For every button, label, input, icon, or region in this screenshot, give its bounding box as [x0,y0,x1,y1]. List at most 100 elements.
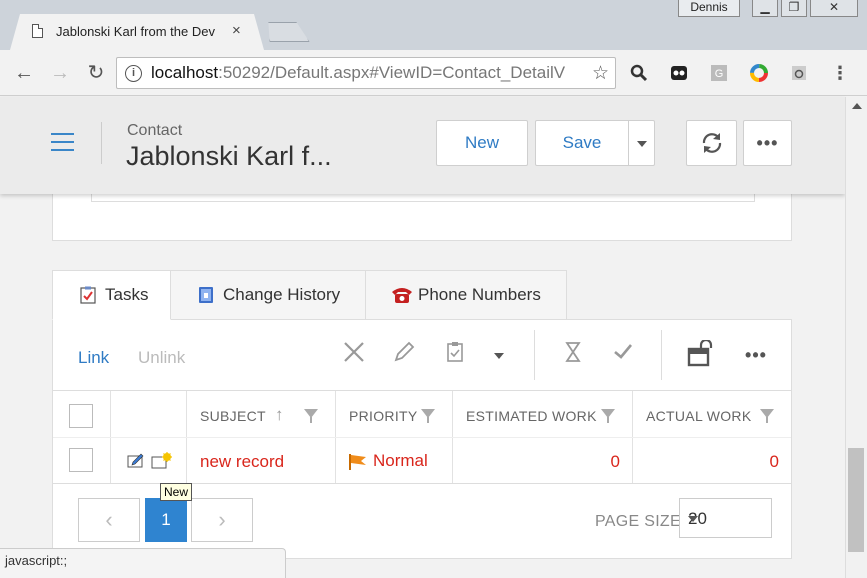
actual-work-value: 0 [769,452,779,471]
subject-value: new record [200,452,285,471]
filter-icon[interactable] [304,409,318,423]
estimated-work-cell: 0 [453,438,633,483]
edit-pencil-icon[interactable] [389,340,419,370]
link-button[interactable]: Link [78,348,109,368]
new-tab-button[interactable] [262,22,309,42]
subject-column-header[interactable]: SUBJECT ↑ [187,391,336,437]
row-checkbox[interactable] [69,448,93,472]
more-icon[interactable]: ••• [741,340,771,370]
scroll-up-icon[interactable] [852,103,862,109]
page-size-select[interactable]: 20 [679,498,772,538]
address-bar[interactable]: i localhost:50292/Default.aspx#ViewID=Co… [116,57,616,89]
sort-ascending-icon[interactable]: ↑ [275,405,284,425]
unlock-icon[interactable] [685,338,715,370]
hamburger-menu-icon[interactable] [51,133,74,151]
save-dropdown-button[interactable] [628,120,655,166]
status-bar: javascript:; [0,548,286,578]
checkmark-icon[interactable] [608,340,638,370]
tab-tasks[interactable]: Tasks [52,270,171,320]
actual-work-cell: 0 [633,438,791,483]
profile-button[interactable]: Dennis [678,0,740,17]
page-icon [32,24,43,38]
more-icon: ••• [756,133,779,153]
telephone-icon [392,288,412,303]
bookmark-star-icon[interactable]: ☆ [592,62,609,85]
chevron-down-icon[interactable] [484,340,514,370]
select-all-checkbox[interactable] [69,404,93,428]
reload-icon[interactable]: ↻ [84,62,108,84]
row-select-cell [53,438,111,483]
select-all-column [53,391,111,437]
maximize-icon[interactable]: ❐ [781,0,807,17]
estimated-work-value: 0 [610,452,620,471]
delete-icon[interactable] [339,340,369,370]
new-button[interactable]: New [436,120,528,166]
actual-work-column-label: ACTUAL WORK [646,408,752,424]
url-text[interactable]: localhost:50292/Default.aspx#ViewID=Cont… [151,63,581,83]
unlink-button[interactable]: Unlink [138,348,185,368]
browser-titlebar: Jablonski Karl from the Dev × Dennis ▁ ❐… [0,0,867,50]
priority-cell: Normal [336,438,453,483]
extension-owl-icon[interactable] [670,64,688,82]
forward-icon[interactable]: → [48,62,72,84]
more-actions-button[interactable]: ••• [743,120,792,166]
table-row[interactable]: new record Normal 0 0 [53,438,791,484]
tab-close-icon[interactable]: × [232,22,241,39]
search-icon[interactable] [630,64,648,82]
page-subtitle: Contact [127,122,183,139]
browser-menu-icon[interactable]: ⋮ [828,62,852,84]
priority-column-header[interactable]: PRIORITY [336,391,453,437]
back-icon[interactable]: ← [12,62,36,84]
tab-change-history-label: Change History [223,285,341,304]
filter-icon[interactable] [421,409,435,423]
extension-color-wheel-icon[interactable] [750,64,768,82]
filter-icon[interactable] [760,409,774,423]
tab-tasks-label: Tasks [105,285,149,304]
page-1-button[interactable]: 1 [145,498,187,542]
browser-tab-title: Jablonski Karl from the Dev [56,24,215,39]
hourglass-icon[interactable] [558,340,588,370]
extension-g-icon[interactable]: G [710,64,728,82]
svg-text:G: G [715,68,724,80]
save-button[interactable]: Save [535,120,629,166]
refresh-icon [702,133,721,153]
command-column [111,391,187,437]
close-window-icon[interactable]: ✕ [810,0,858,17]
page-title: Jablonski Karl f... [126,141,332,171]
chevron-down-icon [688,516,698,522]
toolbar-separator [661,330,662,380]
tab-change-history[interactable]: Change History [170,270,366,320]
chevron-down-icon [636,140,647,147]
edit-row-icon[interactable] [127,453,145,469]
extension-mail-icon[interactable] [790,64,808,82]
detail-field [91,194,755,202]
new-row-icon[interactable] [151,452,173,469]
minimize-icon[interactable]: ▁ [752,0,778,17]
page-size-label: PAGE SIZE [595,513,681,530]
row-command-cell [111,438,187,483]
tooltip: New [160,483,193,501]
tasks-panel: Link Unlink ••• SUBJECT ↑ PRIORITY ESTIM… [52,319,792,559]
filter-icon[interactable] [601,409,615,423]
grid-header: SUBJECT ↑ PRIORITY ESTIMATED WORK ACTUAL… [53,390,791,438]
page-scrollbar[interactable] [845,97,867,578]
estimated-work-column-header[interactable]: ESTIMATED WORK [453,391,633,437]
subject-cell: new record [187,438,336,483]
subject-column-label: SUBJECT [200,408,266,424]
scrollbar-thumb[interactable] [848,448,864,552]
next-page-button[interactable]: › [191,498,253,542]
refresh-button[interactable] [686,120,737,166]
site-info-icon[interactable]: i [125,65,142,82]
tab-phone-numbers[interactable]: Phone Numbers [365,270,567,320]
prev-page-button[interactable]: ‹ [78,498,140,542]
browser-tab[interactable]: Jablonski Karl from the Dev × [10,14,264,50]
priority-column-label: PRIORITY [349,408,418,424]
priority-value: Normal [373,451,428,470]
clipboard-icon[interactable] [440,340,470,370]
clipboard-check-icon [80,286,96,304]
toolbar-separator [534,330,535,380]
estimated-work-column-label: ESTIMATED WORK [466,408,597,424]
header-divider [101,122,102,164]
actual-work-column-header[interactable]: ACTUAL WORK [633,391,791,437]
tab-phone-numbers-label: Phone Numbers [418,285,541,304]
